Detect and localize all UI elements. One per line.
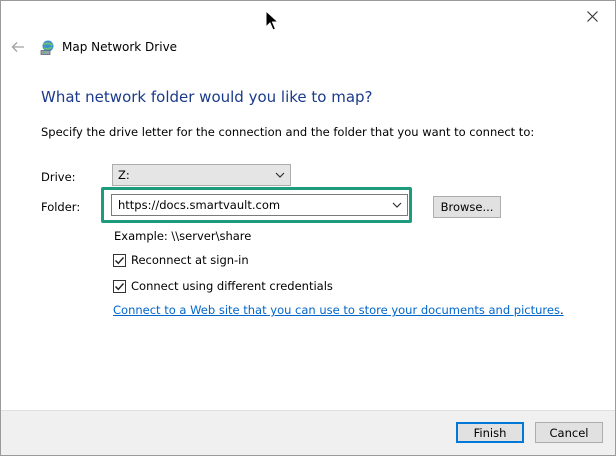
different-credentials-checkbox[interactable]: [113, 279, 126, 293]
web-site-link-row: Connect to a Web site that you can use t…: [113, 303, 564, 317]
web-site-link[interactable]: Connect to a Web site that you can use t…: [113, 303, 560, 317]
title-bar: Map Network Drive: [39, 38, 177, 56]
checkmark-icon: [115, 282, 125, 290]
reconnect-option[interactable]: Reconnect at sign-in: [113, 253, 249, 267]
back-button[interactable]: [8, 37, 28, 57]
folder-label: Folder:: [41, 200, 81, 214]
instruction-text: Specify the drive letter for the connect…: [41, 125, 535, 139]
drive-value: Z:: [118, 168, 130, 182]
example-text: Example: \\server\share: [114, 229, 252, 243]
drive-select[interactable]: Z:: [112, 164, 291, 186]
folder-value: https://docs.smartvault.com: [118, 198, 281, 212]
reconnect-label: Reconnect at sign-in: [131, 253, 249, 267]
page-heading: What network folder would you like to ma…: [41, 88, 373, 106]
folder-input[interactable]: https://docs.smartvault.com: [111, 194, 408, 216]
network-drive-icon: [40, 40, 54, 55]
chevron-down-icon: [275, 172, 285, 178]
link-period: .: [559, 303, 564, 317]
reconnect-checkbox[interactable]: [113, 253, 126, 267]
window-title: Map Network Drive: [62, 40, 178, 54]
cancel-button[interactable]: Cancel: [535, 422, 603, 443]
checkmark-icon: [115, 256, 125, 264]
different-credentials-option[interactable]: Connect using different credentials: [113, 279, 333, 293]
back-arrow-icon: [11, 42, 24, 52]
different-credentials-label: Connect using different credentials: [131, 279, 333, 293]
drive-label: Drive:: [41, 170, 76, 184]
browse-button[interactable]: Browse...: [433, 196, 501, 218]
close-icon: [586, 10, 598, 22]
mouse-cursor-icon: [265, 10, 279, 31]
dialog-footer: Finish Cancel: [1, 410, 615, 455]
chevron-down-icon: [392, 202, 402, 208]
close-button[interactable]: [569, 1, 615, 31]
finish-button[interactable]: Finish: [456, 422, 524, 443]
map-network-drive-dialog: Map Network Drive What network folder wo…: [0, 0, 616, 456]
